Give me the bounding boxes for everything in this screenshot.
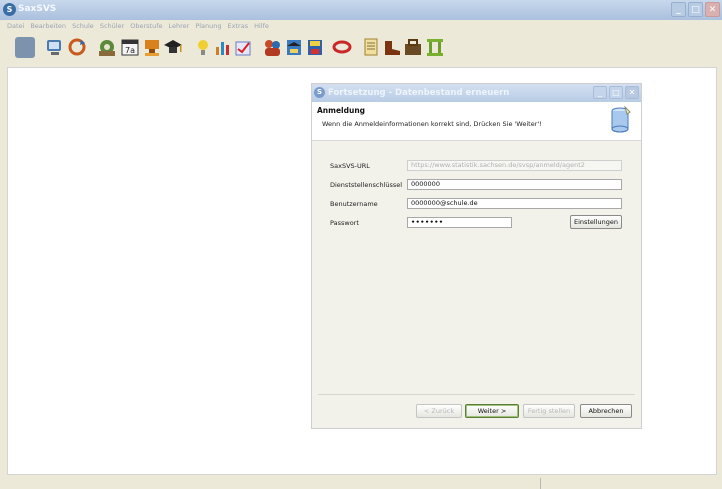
- boots-icon[interactable]: [382, 37, 402, 58]
- briefcase-icon[interactable]: [403, 37, 423, 58]
- service-key-label: Dienststellenschlüssel: [330, 181, 403, 189]
- next-button[interactable]: Weiter >: [465, 404, 519, 418]
- app-logo-icon: S: [3, 3, 16, 16]
- svg-text:7a: 7a: [125, 46, 135, 55]
- menu-oberstufe[interactable]: Oberstufe: [130, 21, 162, 32]
- computer-icon[interactable]: [45, 37, 65, 58]
- dialog-header: Anmeldung Wenn die Anmeldeinformationen …: [312, 102, 641, 141]
- students-icon[interactable]: [262, 37, 282, 58]
- refresh-icon[interactable]: [67, 37, 87, 58]
- dialog-window-controls: _ □ ✕: [593, 86, 639, 99]
- check-chart-icon[interactable]: [233, 37, 253, 58]
- header-subtitle: Wenn die Anmeldeinformationen korrekt si…: [322, 120, 542, 128]
- finish-button[interactable]: Fertig stellen: [523, 404, 575, 418]
- app-window: S SaxSVS _ □ ✕ Datei Bearbeiten Schule S…: [0, 0, 722, 489]
- menu-hilfe[interactable]: Hilfe: [254, 21, 269, 32]
- back-button[interactable]: < Zurück: [416, 404, 462, 418]
- login-dialog: S Fortsetzung - Datenbestand erneuern _ …: [311, 83, 642, 429]
- menu-schueler[interactable]: Schüler: [100, 21, 124, 32]
- menu-extras[interactable]: Extras: [228, 21, 249, 32]
- status-divider: [540, 478, 541, 489]
- password-field[interactable]: •••••••: [407, 217, 512, 228]
- dialog-logo-icon: S: [314, 87, 325, 98]
- username-label: Benutzername: [330, 200, 378, 208]
- settings-button[interactable]: Einstellungen: [570, 215, 622, 229]
- menu-planung[interactable]: Planung: [195, 21, 221, 32]
- maximize-button[interactable]: □: [688, 2, 703, 17]
- ring-icon[interactable]: [332, 37, 352, 58]
- dialog-minimize-button[interactable]: _: [593, 86, 607, 99]
- dialog-maximize-button[interactable]: □: [609, 86, 623, 99]
- lightbulb-icon[interactable]: [193, 37, 213, 58]
- url-field: https://www.statistik.sachsen.de/svsp/an…: [407, 160, 622, 171]
- menu-datei[interactable]: Datei: [7, 21, 24, 32]
- password-label: Passwort: [330, 219, 359, 227]
- dialog-title: Fortsetzung - Datenbestand erneuern: [328, 88, 510, 98]
- graduates-icon[interactable]: [284, 37, 304, 58]
- url-label: SaxSVS-URL: [330, 162, 370, 170]
- menu-lehrer[interactable]: Lehrer: [169, 21, 190, 32]
- cancel-button[interactable]: Abbrechen: [580, 404, 632, 418]
- minimize-button[interactable]: _: [671, 2, 686, 17]
- dialog-close-button[interactable]: ✕: [625, 86, 639, 99]
- menu-schule[interactable]: Schule: [72, 21, 94, 32]
- button-separator: [318, 394, 635, 395]
- blank-icon[interactable]: [15, 37, 35, 58]
- stamp-icon[interactable]: [142, 37, 162, 58]
- menu-bar: Datei Bearbeiten Schule Schüler Oberstuf…: [0, 21, 722, 32]
- dialog-title-bar: S Fortsetzung - Datenbestand erneuern _ …: [312, 84, 641, 102]
- window-controls: _ □ ✕: [671, 2, 720, 17]
- disk-icon[interactable]: [305, 37, 325, 58]
- username-field[interactable]: 0000000@schule.de: [407, 198, 622, 209]
- column-icon[interactable]: [425, 37, 445, 58]
- menu-bearbeiten[interactable]: Bearbeiten: [30, 21, 66, 32]
- header-title: Anmeldung: [317, 106, 366, 115]
- app-title: SaxSVS: [18, 4, 57, 14]
- notes-icon[interactable]: [361, 37, 381, 58]
- calendar-icon[interactable]: 7a: [120, 37, 140, 58]
- toolbar: 7a: [0, 32, 722, 66]
- gear-icon[interactable]: [97, 37, 117, 58]
- close-button[interactable]: ✕: [705, 2, 720, 17]
- database-icon: [611, 106, 631, 133]
- chart-icon[interactable]: [213, 37, 233, 58]
- graduation-cap-icon[interactable]: [163, 37, 183, 58]
- service-key-field[interactable]: 0000000: [407, 179, 622, 190]
- title-bar: S SaxSVS _ □ ✕: [0, 0, 722, 20]
